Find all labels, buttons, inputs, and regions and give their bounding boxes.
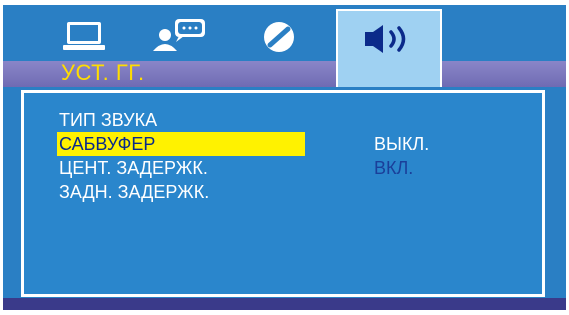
header-bar: УСТ. ГГ. bbox=[3, 60, 566, 87]
person-speech-icon bbox=[153, 19, 205, 51]
monitor-icon bbox=[63, 22, 105, 50]
tab-display[interactable] bbox=[49, 13, 121, 61]
speaker-icon bbox=[365, 24, 406, 53]
option-on[interactable]: ВКЛ. bbox=[374, 156, 413, 180]
disc-icon bbox=[264, 22, 294, 52]
active-tab-stem bbox=[336, 61, 442, 87]
bottom-bar bbox=[3, 298, 566, 310]
menu-item-subwoofer[interactable]: САБВУФЕР bbox=[57, 132, 305, 156]
menu-item-center-delay[interactable]: ЦЕНТ. ЗАДЕРЖК. bbox=[57, 156, 208, 180]
option-off[interactable]: ВЫКЛ. bbox=[374, 132, 429, 156]
tab-disc[interactable] bbox=[243, 13, 315, 61]
tab-language[interactable] bbox=[145, 13, 217, 61]
menu-item-rear-delay[interactable]: ЗАДН. ЗАДЕРЖК. bbox=[57, 180, 209, 204]
osd-frame: УСТ. ГГ. ТИП ЗВУКА САБВУФЕР ЦЕНТ. ЗАДЕРЖ… bbox=[3, 5, 566, 310]
menu-item-sound-type[interactable]: ТИП ЗВУКА bbox=[57, 108, 157, 132]
tab-audio[interactable] bbox=[336, 9, 442, 66]
settings-panel: ТИП ЗВУКА САБВУФЕР ЦЕНТ. ЗАДЕРЖК. ЗАДН. … bbox=[21, 90, 545, 297]
page-title: УСТ. ГГ. bbox=[61, 60, 145, 85]
